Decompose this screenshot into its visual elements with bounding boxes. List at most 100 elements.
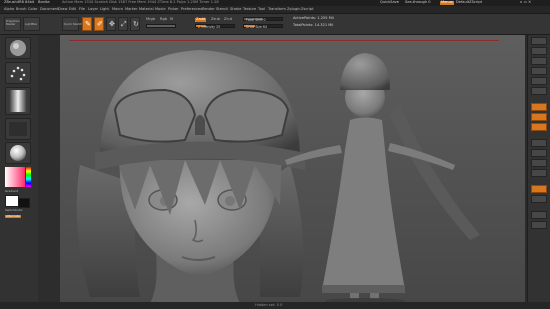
transp-button[interactable] xyxy=(531,195,547,203)
texture-selector[interactable] xyxy=(5,118,31,140)
scale-icon: ⤢ xyxy=(121,20,127,28)
z-intensity-slider[interactable]: Z Intensity 25 xyxy=(195,24,235,29)
menu-zplugin[interactable]: Zplugin xyxy=(287,7,301,12)
menu-preferences[interactable]: Preferences xyxy=(181,7,202,12)
menu-brush[interactable]: Brush xyxy=(16,7,26,12)
total-points-readout: TotalPoints: 14.321 Mil xyxy=(293,23,334,27)
dots-stroke-icon xyxy=(10,66,26,81)
aahalf-button[interactable] xyxy=(531,87,547,95)
alpha-icon xyxy=(9,90,27,112)
menu-marker[interactable]: Marker xyxy=(125,7,137,12)
menu-color[interactable]: Color xyxy=(28,7,37,12)
bpr-button[interactable] xyxy=(531,37,547,45)
canvas-frame-line xyxy=(69,40,499,41)
texture-icon xyxy=(9,122,27,136)
scale-view-button[interactable] xyxy=(531,159,547,167)
default-zscript-button[interactable]: DefaultZScript xyxy=(456,0,482,5)
active-points-readout: ActivePoints: 1.255 Mil xyxy=(293,16,334,20)
zoom-button[interactable] xyxy=(531,67,547,75)
menu-stroke[interactable]: Stroke xyxy=(230,7,241,12)
move-button[interactable]: ✥ xyxy=(106,17,116,31)
m-toggle[interactable]: M xyxy=(170,17,173,22)
polyf-button[interactable] xyxy=(531,185,547,193)
projection-master-button[interactable]: Projection Master xyxy=(4,17,21,31)
frame-button[interactable] xyxy=(531,139,547,147)
edit-icon: ✎ xyxy=(85,20,91,28)
spix-button[interactable] xyxy=(531,47,547,55)
inner-left-tray xyxy=(38,35,60,303)
quicksave-button[interactable]: QuickSave xyxy=(380,0,399,5)
menu-alpha[interactable]: Alpha xyxy=(4,7,14,12)
memory-stats: Active Mem 1534 Scratch Disk 1587 Free M… xyxy=(62,0,219,4)
rgb-toggle[interactable]: Rgb xyxy=(160,17,167,22)
solo-button[interactable] xyxy=(531,211,547,219)
left-shelf: Gradient SwitchColor Alternate xyxy=(0,35,39,309)
see-through-slider[interactable]: See-through 0 xyxy=(405,0,431,5)
main-color-swatch[interactable] xyxy=(5,195,19,207)
gradient-label[interactable]: Gradient xyxy=(5,190,18,193)
menu-tool[interactable]: Tool xyxy=(258,7,265,12)
edit-button[interactable]: ✎ xyxy=(82,17,92,31)
menu-light[interactable]: Light xyxy=(100,7,109,12)
lightbox-button[interactable]: LightBox xyxy=(23,17,40,31)
mrgb-toggle[interactable]: Mrgb xyxy=(146,17,155,22)
secondary-color-swatch[interactable] xyxy=(18,198,30,208)
draw-icon: ✐ xyxy=(97,20,103,28)
menu-render[interactable]: Render xyxy=(202,7,215,12)
menus-button[interactable]: Menus xyxy=(440,0,454,5)
color-picker[interactable] xyxy=(5,167,31,187)
menu-movie[interactable]: Movie xyxy=(155,7,166,12)
rotate-button[interactable]: ↻ xyxy=(130,17,140,31)
menu-stencil[interactable]: Stencil xyxy=(216,7,228,12)
menu-picker[interactable]: Picker xyxy=(168,7,179,12)
status-bar: Hidden set: 0 0 xyxy=(0,302,550,309)
draw-button[interactable]: ✐ xyxy=(94,17,104,31)
color-picker-icon xyxy=(5,167,31,187)
material-selector[interactable] xyxy=(5,142,31,164)
status-text: Hidden set: 0 0 xyxy=(255,303,283,307)
focal-shift-slider[interactable]: Focal Shift 0 xyxy=(243,17,283,22)
zcut-toggle[interactable]: Zcut xyxy=(224,17,232,22)
stroke-selector[interactable] xyxy=(5,62,31,84)
menu-bar: Alpha Brush Color Document Draw Edit Fil… xyxy=(0,6,550,14)
floor-button[interactable] xyxy=(531,113,547,121)
brush-selector[interactable] xyxy=(5,37,31,59)
viewport-canvas[interactable] xyxy=(60,35,525,303)
sculpt-render xyxy=(76,50,480,303)
actual-button[interactable] xyxy=(531,77,547,85)
menu-draw[interactable]: Draw xyxy=(58,7,67,12)
alternate-button[interactable]: Alternate xyxy=(5,215,21,218)
menu-texture[interactable]: Texture xyxy=(243,7,256,12)
top-toolbar: Projection Master LightBox Quick Sketch … xyxy=(0,14,550,35)
scroll-button[interactable] xyxy=(531,57,547,65)
menu-document[interactable]: Document xyxy=(40,7,59,12)
persp-button[interactable] xyxy=(531,103,547,111)
rgb-intensity-slider[interactable] xyxy=(146,24,176,28)
window-controls[interactable]: ▫ ▭ ✕ xyxy=(520,0,531,5)
xpose-button[interactable] xyxy=(531,221,547,229)
menu-material[interactable]: Material xyxy=(139,7,154,12)
app-name: ZBrush4R6 64bit xyxy=(4,0,35,4)
menu-zscript[interactable]: Zscript xyxy=(301,7,313,12)
rotate-view-button[interactable] xyxy=(531,169,547,177)
quick-sketch-button[interactable]: Quick Sketch xyxy=(62,17,82,31)
right-shelf xyxy=(527,35,550,309)
menu-file[interactable]: File xyxy=(79,7,85,12)
material-sphere-icon xyxy=(10,145,26,161)
menu-macro[interactable]: Macro xyxy=(112,7,123,12)
move-icon: ✥ xyxy=(109,20,115,28)
move-view-button[interactable] xyxy=(531,149,547,157)
switch-color-button[interactable]: SwitchColor xyxy=(5,209,23,212)
document-title: Bonita xyxy=(38,0,50,4)
standard-brush-icon xyxy=(10,40,26,56)
menu-layer[interactable]: Layer xyxy=(88,7,98,12)
draw-size-slider[interactable]: Draw Size 64 xyxy=(243,24,283,29)
local-button[interactable] xyxy=(531,123,547,131)
alpha-selector[interactable] xyxy=(5,87,31,115)
menu-edit[interactable]: Edit xyxy=(69,7,76,12)
menu-transform[interactable]: Transform xyxy=(268,7,286,12)
zsub-toggle[interactable]: Zsub xyxy=(211,17,220,22)
rotate-icon: ↻ xyxy=(133,20,139,28)
zadd-toggle[interactable]: Zadd xyxy=(195,17,207,22)
scale-button[interactable]: ⤢ xyxy=(118,17,128,31)
